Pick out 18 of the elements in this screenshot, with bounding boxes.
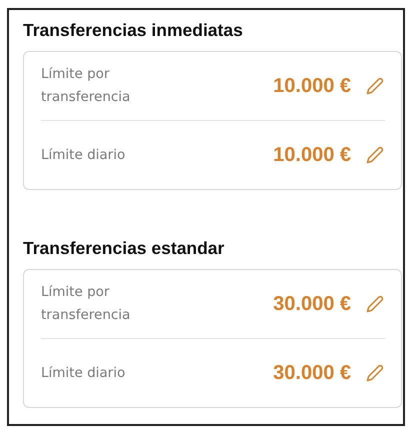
limit-amount: 10.000 €: [273, 144, 351, 166]
pencil-icon: [366, 295, 384, 313]
section-title: Transferencias inmediatas: [23, 20, 244, 41]
edit-button[interactable]: [365, 363, 385, 383]
limit-label: Límite por transferencia: [41, 65, 132, 107]
pencil-icon: [366, 364, 384, 382]
pencil-icon: [366, 146, 384, 164]
edit-button[interactable]: [365, 294, 385, 314]
limit-label: Límite diario: [41, 364, 126, 382]
edit-button[interactable]: [365, 145, 385, 165]
limit-label: Límite diario: [41, 146, 126, 164]
limit-amount: 30.000 €: [273, 362, 351, 384]
section-title: Transferencias estandar: [23, 238, 226, 259]
limit-label: Límite por transferencia: [41, 283, 132, 325]
pencil-icon: [366, 77, 384, 95]
edit-button[interactable]: [365, 76, 385, 96]
limit-amount: 30.000 €: [273, 292, 351, 316]
limit-amount: 10.000 €: [273, 74, 351, 98]
